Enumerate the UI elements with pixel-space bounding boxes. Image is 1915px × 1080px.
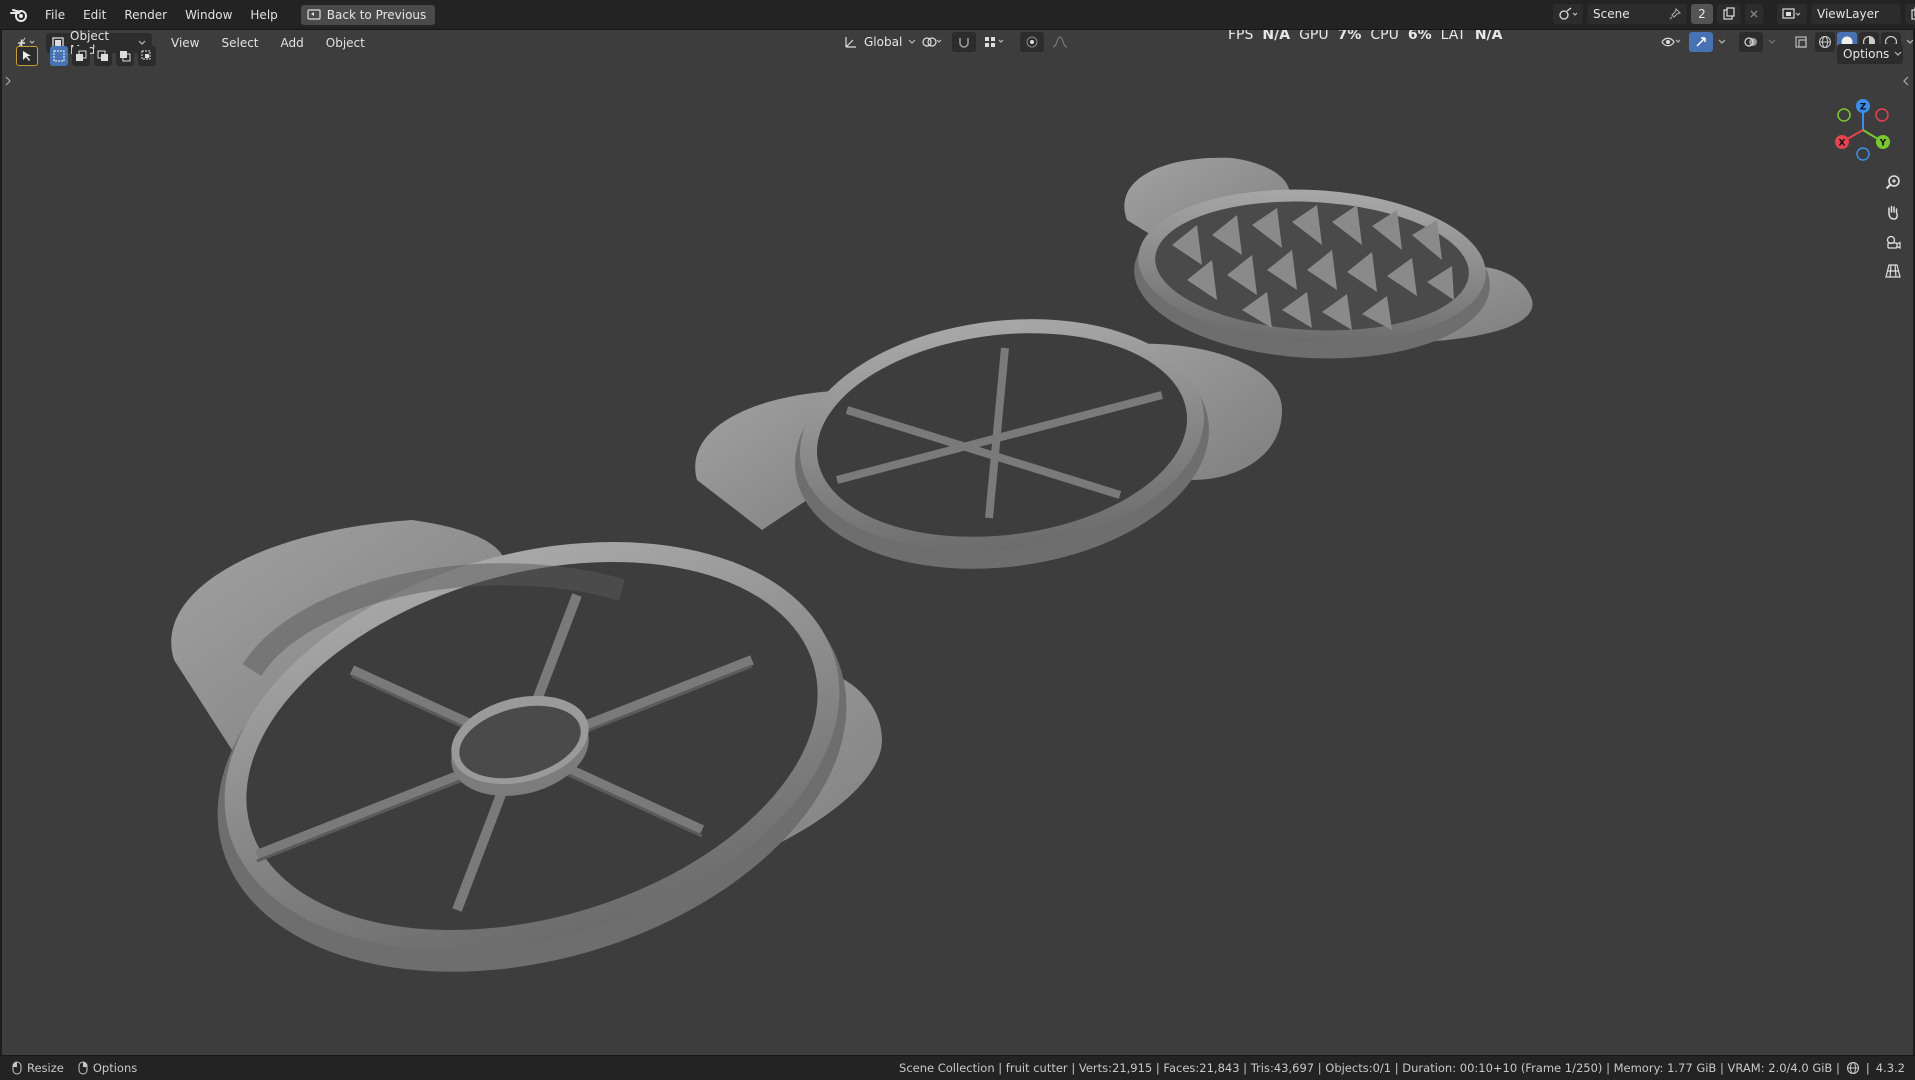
lat-label: LAT <box>1440 30 1466 43</box>
options-label: Options <box>1843 47 1890 61</box>
axis-orientation-icon <box>844 35 858 49</box>
resize-label: Resize <box>27 1061 64 1075</box>
fps-label: FPS <box>1228 30 1254 43</box>
select-tool-icon[interactable] <box>16 46 38 66</box>
viewport-scene[interactable] <box>2 30 1913 1055</box>
menu-edit[interactable]: Edit <box>74 4 115 26</box>
menu-object[interactable]: Object <box>317 32 374 54</box>
visibility-eye-icon[interactable] <box>1657 32 1687 52</box>
select-intersect-icon[interactable] <box>138 46 156 66</box>
status-bar: Resize Options Scene Collection | fruit … <box>0 1055 1915 1080</box>
fps-value: N/A <box>1262 30 1291 43</box>
screen-icon <box>307 9 321 21</box>
status-options-label: Options <box>92 1061 138 1075</box>
delete-scene-icon[interactable] <box>1745 4 1763 24</box>
gizmo-x-label: X <box>1839 139 1846 149</box>
menu-help[interactable]: Help <box>241 4 286 26</box>
view-layer-field[interactable]: ViewLayer <box>1811 4 1901 24</box>
scene-statistics: Scene Collection | fruit cutter | Verts:… <box>899 1061 1840 1075</box>
lat-value: N/A <box>1474 30 1503 43</box>
select-extend-icon[interactable] <box>72 46 90 66</box>
cpu-value: 6% <box>1407 30 1432 43</box>
mouse-left-icon <box>12 1061 22 1075</box>
cpu-label: CPU <box>1370 30 1399 43</box>
cutter-medium[interactable] <box>695 297 1282 591</box>
menu-view[interactable]: View <box>162 32 208 54</box>
back-to-previous-button[interactable]: Back to Previous <box>300 5 436 25</box>
chevron-down-icon <box>908 39 916 45</box>
blender-logo-icon[interactable] <box>10 7 28 23</box>
options-hint: Options <box>78 1061 137 1075</box>
menu-add[interactable]: Add <box>272 32 313 54</box>
back-to-previous-label: Back to Previous <box>326 8 427 22</box>
select-subtract-icon[interactable] <box>94 46 112 66</box>
network-globe-icon <box>1846 1061 1860 1075</box>
zoom-magnifier-icon[interactable] <box>1881 170 1905 194</box>
gizmo-y-label: Y <box>1879 139 1887 149</box>
toolbar-expand-arrow-icon[interactable] <box>4 76 12 86</box>
options-dropdown[interactable]: Options <box>1837 44 1903 64</box>
new-scene-icon[interactable] <box>1717 4 1741 24</box>
wireframe-shading-icon[interactable] <box>1815 32 1835 52</box>
transform-orientation-label: Global <box>864 35 903 49</box>
top-menu-bar: File Edit Render Window Help Back to Pre… <box>0 0 1915 30</box>
gizmo-z-label: Z <box>1860 103 1867 113</box>
3d-viewport[interactable]: Object Mode View Select Add Object Globa… <box>2 30 1913 1055</box>
snap-toggle-icon[interactable] <box>952 32 976 52</box>
scene-name-field[interactable]: Scene <box>1587 4 1687 24</box>
perspective-grid-icon[interactable] <box>1881 259 1905 283</box>
mouse-right-icon <box>78 1061 88 1075</box>
gpu-label: GPU <box>1299 30 1329 43</box>
navigation-gizmo[interactable]: Z X Y <box>1828 94 1898 164</box>
gpu-value: 7% <box>1337 30 1362 43</box>
menu-file[interactable]: File <box>36 4 74 26</box>
pivot-point-icon[interactable] <box>918 32 948 52</box>
resize-hint: Resize <box>12 1061 64 1075</box>
sidebar-expand-arrow-icon[interactable] <box>1902 76 1910 86</box>
menu-select[interactable]: Select <box>212 32 267 54</box>
camera-view-icon[interactable] <box>1881 230 1905 254</box>
scene-selector-icon[interactable] <box>1553 4 1583 24</box>
performance-overlay: FPS N/A GPU 7% CPU 6% LAT N/A <box>1228 30 1502 43</box>
gizmo-toggle-icon[interactable] <box>1689 32 1713 52</box>
gizmo-options-chevron-icon[interactable] <box>1715 32 1729 52</box>
pan-hand-icon[interactable] <box>1881 200 1905 224</box>
select-invert-icon[interactable] <box>116 46 134 66</box>
select-new-icon[interactable] <box>50 46 68 66</box>
xray-toggle-icon[interactable] <box>1789 32 1813 52</box>
falloff-curve-icon[interactable] <box>1048 32 1076 52</box>
scene-user-count: 2 <box>1691 4 1713 24</box>
overlays-toggle-icon[interactable] <box>1739 32 1763 52</box>
menu-window[interactable]: Window <box>176 4 241 26</box>
shading-options-chevron-icon[interactable] <box>1903 32 1913 52</box>
scene-name-label: Scene <box>1593 7 1630 21</box>
snap-grid-icon[interactable] <box>980 32 1010 52</box>
view-layer-selector-icon[interactable] <box>1777 4 1807 24</box>
cutter-large[interactable] <box>167 475 896 1041</box>
menu-render[interactable]: Render <box>115 4 176 26</box>
blender-version: 4.3.2 <box>1875 1061 1905 1075</box>
chevron-down-icon <box>1894 51 1902 57</box>
proportional-editing-icon[interactable] <box>1020 32 1044 52</box>
cutter-grid[interactable] <box>1124 157 1533 367</box>
pin-icon[interactable] <box>1669 8 1681 20</box>
new-view-layer-icon[interactable] <box>1905 4 1915 24</box>
overlays-options-chevron-icon[interactable] <box>1765 32 1779 52</box>
separator: | <box>1865 1061 1870 1075</box>
transform-orientation-dropdown[interactable]: Global <box>838 32 916 52</box>
